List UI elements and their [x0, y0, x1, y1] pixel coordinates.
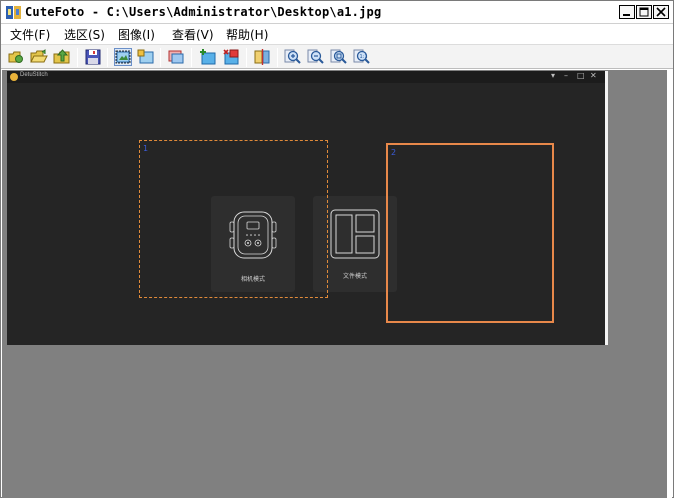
delete-selection-icon [223, 49, 239, 65]
menu-image[interactable]: 图像(I) [118, 26, 155, 43]
up-folder-icon [53, 49, 70, 64]
minimize-button[interactable] [619, 5, 635, 19]
window-title: CuteFoto - C:\Users\Administrator\Deskto… [25, 5, 382, 19]
menu-help[interactable]: 帮助(H) [226, 26, 268, 43]
detustitch-logo-icon [10, 73, 18, 81]
image-app-titlebar: DetuStitch ▾ – □ ✕ [7, 71, 605, 83]
add-selection-button[interactable] [199, 48, 217, 66]
toolbar-separator [246, 48, 247, 67]
save-icon [85, 49, 101, 65]
image-dropdown-icon: ▾ [551, 71, 556, 80]
svg-text:1:1: 1:1 [360, 54, 368, 60]
select-region-button[interactable] [114, 48, 132, 66]
image-icon [137, 49, 154, 64]
menu-view[interactable]: 查看(V) [172, 26, 214, 43]
canvas-area[interactable]: DetuStitch ▾ – □ ✕ 相机模式 文件模式 1 2 [2, 70, 672, 498]
image-close-icon: ✕ [590, 71, 597, 80]
menu-selection[interactable]: 选区(S) [64, 26, 105, 43]
image-button[interactable] [137, 48, 155, 66]
selection-solid[interactable]: 2 [386, 143, 554, 323]
select-region-icon [115, 50, 131, 64]
toolbar-separator [277, 48, 278, 67]
image-maximize-icon: □ [577, 71, 585, 80]
add-selection-icon [200, 49, 216, 65]
selection-dashed[interactable]: 1 [139, 140, 328, 298]
up-folder-button[interactable] [53, 48, 71, 66]
zoom-fit-button[interactable] [330, 48, 348, 66]
cutefoto-window: CuteFoto - C:\Users\Administrator\Deskto… [0, 0, 674, 498]
menu-bar: 文件(F) 选区(S) 图像(I) 查看(V) 帮助(H) [1, 24, 673, 43]
file-layout-icon [330, 209, 380, 259]
crop-button[interactable] [167, 48, 185, 66]
toolbar: 1:1 [1, 44, 673, 69]
minimize-icon [623, 14, 630, 16]
image-app-title: DetuStitch [20, 72, 48, 78]
maximize-icon [639, 7, 649, 17]
save-button[interactable] [84, 48, 102, 66]
menu-file[interactable]: 文件(F) [10, 26, 50, 43]
open-button[interactable] [30, 48, 48, 66]
app-icon [6, 6, 21, 19]
crop-icon [168, 50, 184, 64]
new-icon [8, 51, 23, 63]
zoom-in-icon [284, 49, 301, 64]
toolbar-separator [77, 48, 78, 67]
open-folder-icon [30, 49, 48, 63]
split-icon [254, 49, 270, 65]
close-icon [656, 7, 666, 17]
loaded-image[interactable]: DetuStitch ▾ – □ ✕ 相机模式 文件模式 1 2 [7, 71, 605, 345]
selection-marker-1: 1 [143, 144, 149, 153]
toolbar-separator [107, 48, 108, 67]
zoom-out-button[interactable] [307, 48, 325, 66]
image-border [605, 71, 608, 345]
zoom-actual-icon: 1:1 [353, 49, 370, 64]
toolbar-separator [191, 48, 192, 67]
split-button[interactable] [253, 48, 271, 66]
vertical-scrollbar[interactable] [667, 70, 672, 498]
maximize-button[interactable] [636, 5, 652, 19]
zoom-fit-icon [330, 49, 347, 64]
title-bar: CuteFoto - C:\Users\Administrator\Deskto… [1, 1, 673, 24]
close-button[interactable] [653, 5, 669, 19]
zoom-actual-button[interactable]: 1:1 [353, 48, 371, 66]
image-minimize-icon: – [564, 71, 568, 80]
zoom-in-button[interactable] [284, 48, 302, 66]
delete-selection-button[interactable] [222, 48, 240, 66]
selection-marker-2: 2 [391, 148, 397, 157]
new-button[interactable] [7, 48, 25, 66]
zoom-out-icon [307, 49, 324, 64]
toolbar-separator [160, 48, 161, 67]
